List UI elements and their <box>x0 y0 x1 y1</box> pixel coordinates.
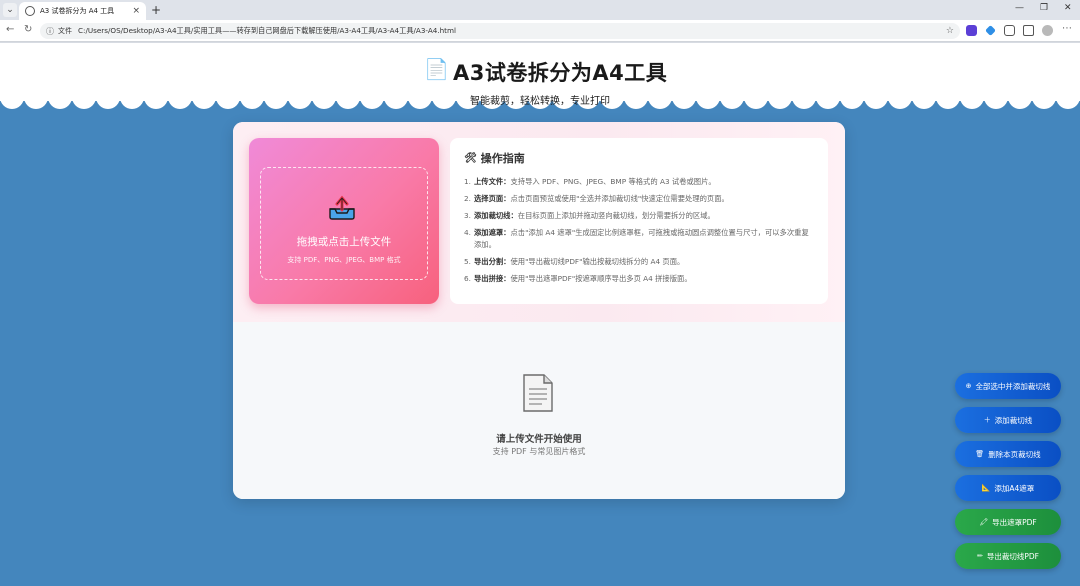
guide-step-number: 5. <box>464 257 471 266</box>
action-label: 导出遮罩PDF <box>992 517 1037 527</box>
export-cutline-pdf-button[interactable]: ✏ 导出裁切线PDF <box>955 543 1061 569</box>
upload-dropzone[interactable]: 拖拽或点击上传文件 支持 PDF、PNG、JPEG、BMP 格式 <box>249 138 439 304</box>
add-a4-mask-button[interactable]: 📐 添加A4遮罩 <box>955 475 1061 501</box>
guide-step-label: 导出分割： <box>474 257 511 266</box>
guide-step-number: 2. <box>464 194 471 203</box>
file-scheme-label: 文件 <box>58 27 72 35</box>
page-title: A3试卷拆分为A4工具 <box>453 61 668 85</box>
upload-dashed-area[interactable]: 拖拽或点击上传文件 支持 PDF、PNG、JPEG、BMP 格式 <box>260 167 428 280</box>
guide-step: 3. 添加裁切线：在目标页面上添加并拖动竖向裁切线，划分需要拆分的区域。 <box>464 210 814 222</box>
profile-avatar[interactable] <box>1042 25 1053 36</box>
guide-step: 5. 导出分割：使用"导出裁切线PDF"输出按裁切线拆分的 A4 页面。 <box>464 256 814 268</box>
tools-icon: 🛠 <box>464 152 477 164</box>
maximize-icon[interactable]: ❐ <box>1040 3 1048 13</box>
action-icon: 🗑 <box>975 450 985 458</box>
extension-diamond-icon[interactable] <box>985 25 996 36</box>
guide-step-label: 导出拼接： <box>474 274 511 283</box>
guide-step: 6. 导出拼接：使用"导出遮罩PDF"按遮罩顺序导出多页 A4 拼接版面。 <box>464 273 814 285</box>
guide-step-text: 导出分割：使用"导出裁切线PDF"输出按裁切线拆分的 A4 页面。 <box>474 257 685 266</box>
guide-step: 4. 添加遮罩：点击"添加 A4 遮罩"生成固定比例遮罩框，可拖拽或拖动圆点调整位… <box>464 227 814 251</box>
guide-title: 操作指南 <box>480 152 525 165</box>
tab-list-toggle[interactable]: ⌄ <box>3 3 17 17</box>
action-icon: ✏ <box>977 552 983 560</box>
more-menu-icon[interactable]: ⋯ <box>1062 23 1072 34</box>
url-text[interactable]: C:/Users/OS/Desktop/A3-A4工具/实用工具——转存到自己网… <box>78 26 456 36</box>
top-panel: 拖拽或点击上传文件 支持 PDF、PNG、JPEG、BMP 格式 🛠 操作指南 … <box>233 122 845 322</box>
add-cutline-button[interactable]: ＋添加裁切线 <box>955 407 1061 433</box>
guide-header: 🛠 操作指南 <box>464 150 814 166</box>
action-label: 添加裁切线 <box>994 415 1033 425</box>
info-icon[interactable]: ⓘ <box>46 26 54 37</box>
empty-state-title: 请上传文件开始使用 <box>496 434 582 445</box>
tab-title: A3 试卷拆分为 A4 工具 <box>40 7 115 15</box>
guide-step: 2. 选择页面：点击页面预览或使用"全选并添加裁切线"快速定位需要处理的页面。 <box>464 193 814 205</box>
page-viewport: 📄 A3试卷拆分为A4工具 智能裁剪，轻松转换，专业打印 拖拽或点击上传文件 支… <box>0 43 1080 586</box>
extension-shield-icon[interactable] <box>966 25 977 36</box>
upload-title: 拖拽或点击上传文件 <box>296 236 392 248</box>
guide-panel: 🛠 操作指南 1. 上传文件：支持导入 PDF、PNG、JPEG、BMP 等格式的… <box>450 138 828 304</box>
guide-step-text: 上传文件：支持导入 PDF、PNG、JPEG、BMP 等格式的 A3 试卷或图片… <box>474 177 716 186</box>
action-label: 全部选中并添加裁切线 <box>975 381 1051 391</box>
reload-icon[interactable]: ↻ <box>24 24 32 35</box>
address-bar[interactable]: ⓘ 文件 C:/Users/OS/Desktop/A3-A4工具/实用工具——转… <box>40 23 960 39</box>
action-icon: 🖍 <box>979 518 989 526</box>
delete-page-cutlines-button[interactable]: 🗑 删除本页裁切线 <box>955 441 1061 467</box>
empty-state-hint: 支持 PDF 与常见图片格式 <box>492 447 586 456</box>
browser-tab-bar: ⌄ A3 试卷拆分为 A4 工具 × + — ❐ ✕ <box>0 0 1080 20</box>
select-all-add-cutline-button[interactable]: ⊕ 全部选中并添加裁切线 <box>955 373 1061 399</box>
action-label: 导出裁切线PDF <box>986 551 1039 561</box>
main-card: 拖拽或点击上传文件 支持 PDF、PNG、JPEG、BMP 格式 🛠 操作指南 … <box>233 122 845 499</box>
guide-step-number: 1. <box>464 177 471 186</box>
guide-step-text: 添加裁切线：在目标页面上添加并拖动竖向裁切线，划分需要拆分的区域。 <box>474 211 715 220</box>
action-icon: ⊕ <box>965 382 972 390</box>
bookmark-star-icon[interactable]: ☆ <box>946 26 954 36</box>
preview-area: 请上传文件开始使用 支持 PDF 与常见图片格式 <box>233 322 845 499</box>
new-tab-button[interactable]: + <box>151 3 161 17</box>
guide-step: 1. 上传文件：支持导入 PDF、PNG、JPEG、BMP 等格式的 A3 试卷或… <box>464 176 814 188</box>
tab-close-icon[interactable]: × <box>132 6 140 16</box>
upload-formats-hint: 支持 PDF、PNG、JPEG、BMP 格式 <box>287 256 401 264</box>
guide-step-number: 4. <box>464 228 471 237</box>
upload-tray-icon <box>329 195 355 220</box>
guide-steps: 1. 上传文件：支持导入 PDF、PNG、JPEG、BMP 等格式的 A3 试卷或… <box>464 176 814 285</box>
browser-tab[interactable]: A3 试卷拆分为 A4 工具 × <box>19 2 146 20</box>
chevron-down-icon: ⌄ <box>6 5 14 15</box>
minimize-icon[interactable]: — <box>1015 3 1024 13</box>
guide-step-number: 6. <box>464 274 471 283</box>
guide-step-text: 添加遮罩：点击"添加 A4 遮罩"生成固定比例遮罩框，可拖拽或拖动圆点调整位置与… <box>474 228 809 249</box>
guide-step-label: 添加遮罩： <box>474 228 511 237</box>
guide-step-label: 上传文件： <box>474 177 511 186</box>
action-icon: ＋ <box>983 416 991 424</box>
back-icon[interactable]: ← <box>6 24 14 35</box>
extensions-puzzle-icon[interactable] <box>1004 25 1015 36</box>
globe-icon <box>25 6 35 16</box>
guide-step-label: 添加裁切线： <box>474 211 518 220</box>
guide-step-label: 选择页面： <box>474 194 511 203</box>
export-mask-pdf-button[interactable]: 🖍 导出遮罩PDF <box>955 509 1061 535</box>
window-close-icon[interactable]: ✕ <box>1064 3 1072 13</box>
action-label: 删除本页裁切线 <box>988 449 1041 459</box>
guide-step-number: 3. <box>464 211 471 220</box>
document-icon: 📄 <box>424 57 449 81</box>
browser-toolbar: ← ↻ ⓘ 文件 C:/Users/OS/Desktop/A3-A4工具/实用工… <box>0 20 1080 42</box>
action-icon: 📐 <box>981 484 991 492</box>
favorites-icon[interactable] <box>1023 25 1034 36</box>
action-label: 添加A4遮罩 <box>994 483 1035 493</box>
guide-step-text: 选择页面：点击页面预览或使用"全选并添加裁切线"快速定位需要处理的页面。 <box>474 194 729 203</box>
empty-document-icon <box>523 374 553 412</box>
guide-step-text: 导出拼接：使用"导出遮罩PDF"按遮罩顺序导出多页 A4 拼接版面。 <box>474 274 692 283</box>
page-subtitle: 智能裁剪，轻松转换，专业打印 <box>470 96 610 107</box>
